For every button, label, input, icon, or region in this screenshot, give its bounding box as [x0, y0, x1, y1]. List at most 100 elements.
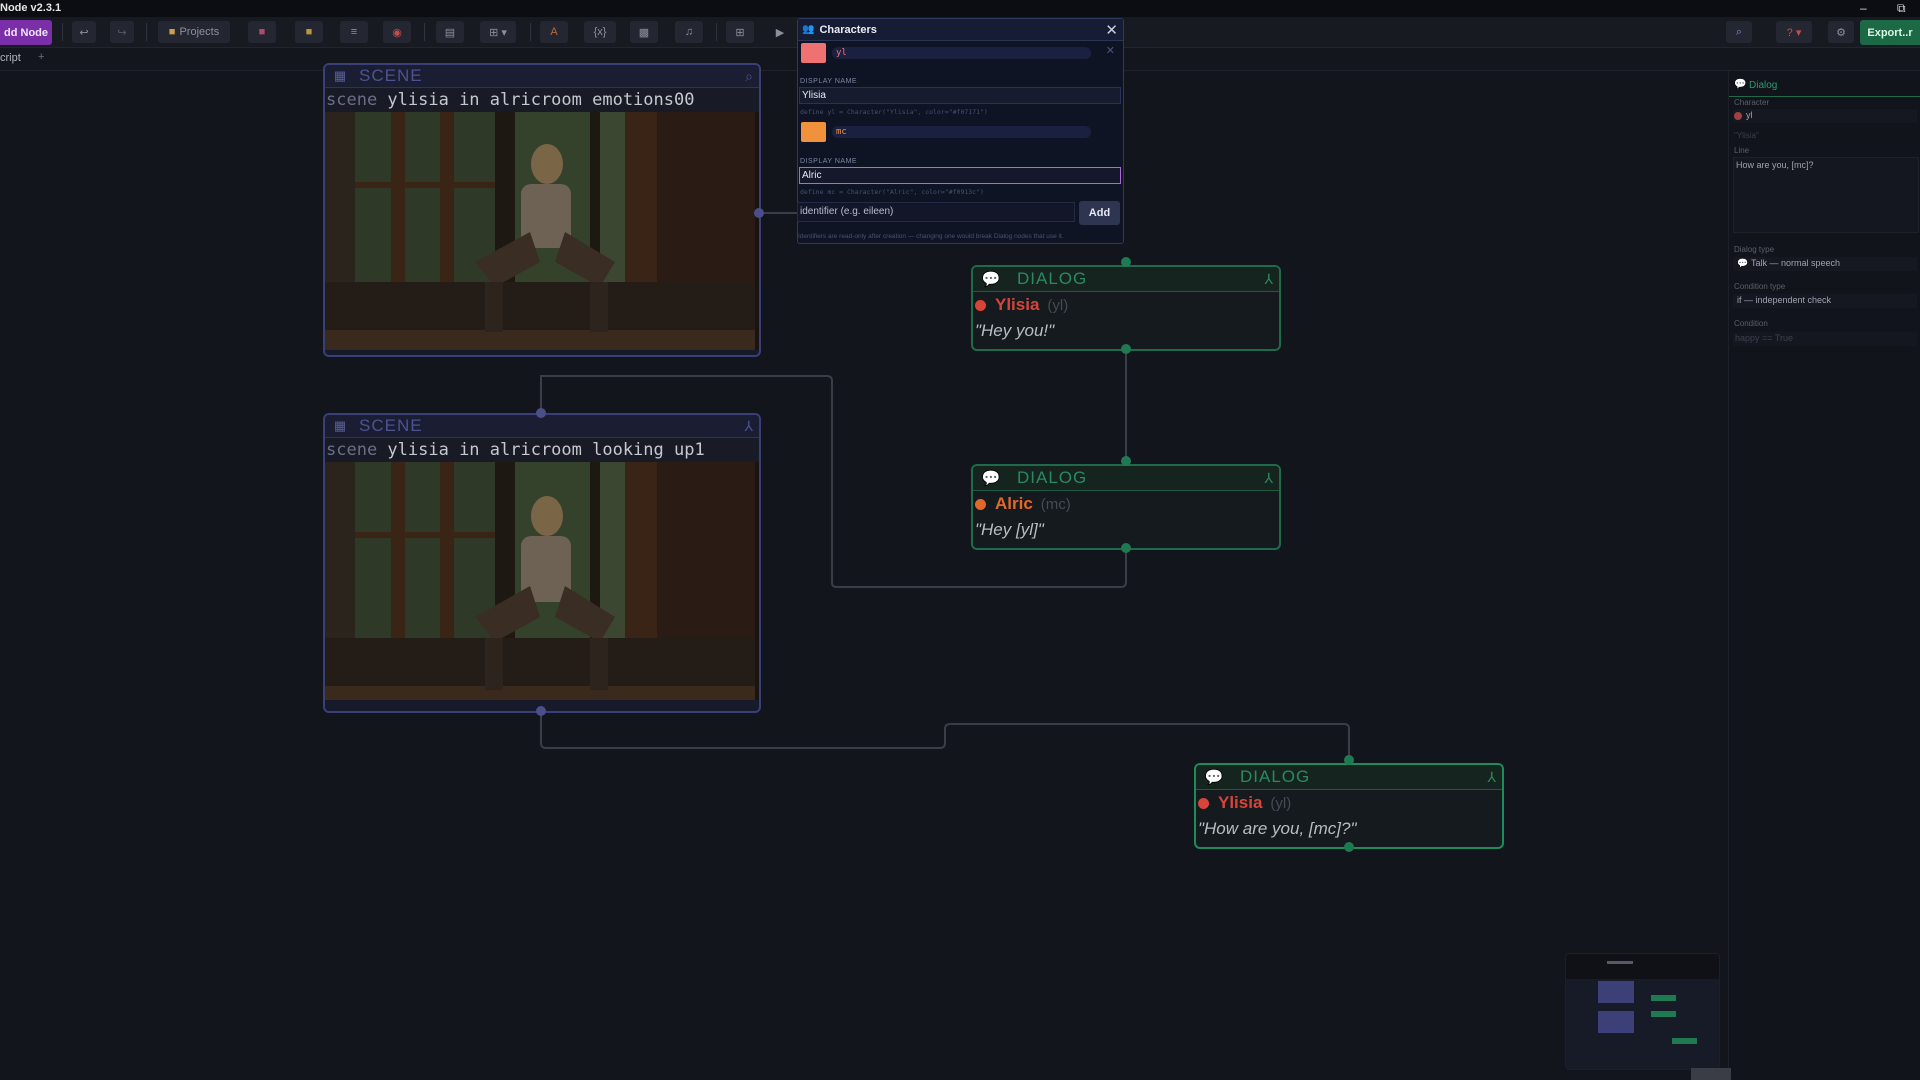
- minimap-handle: [1607, 961, 1633, 964]
- minimap[interactable]: [1565, 953, 1720, 1070]
- dialog-node[interactable]: 💬 DIALOG ⅄ Ylisia (yl) "How are you, [mc…: [1194, 763, 1504, 849]
- display-name-input[interactable]: Ylisia: [799, 87, 1121, 104]
- image-button[interactable]: ▩: [630, 21, 658, 43]
- inspector-section-title: Dialog: [1749, 80, 1778, 91]
- display-name-label: DISPLAY NAME: [800, 78, 858, 85]
- character-color-swatch[interactable]: [801, 43, 826, 63]
- character-color-dot: [1198, 797, 1209, 809]
- scene-illustration: [325, 462, 755, 700]
- dialog-node-header[interactable]: 💬 DIALOG ⅄: [973, 267, 1279, 292]
- toolbar-divider: [530, 23, 531, 41]
- dialog-type-value: Talk — normal speech: [1751, 258, 1841, 268]
- folder-icon: ■: [168, 26, 176, 38]
- tab-script[interactable]: cript: [0, 52, 21, 64]
- dialog-input-port[interactable]: [1121, 456, 1131, 466]
- text-button[interactable]: A: [540, 21, 568, 43]
- scene-statement: scene ylisia in alricroom looking up1: [325, 438, 759, 462]
- condition-type-value: if — independent check: [1737, 295, 1832, 305]
- toolbar-divider: [716, 23, 717, 41]
- minimap-dialog-node: [1672, 1038, 1697, 1044]
- save-icon: ■: [258, 26, 266, 38]
- dialog-output-port[interactable]: [1344, 842, 1354, 852]
- scrollbar-thumb[interactable]: [1691, 1068, 1731, 1080]
- scene-preview-image: [325, 462, 759, 700]
- dialog-output-port[interactable]: [1121, 344, 1131, 354]
- document-button[interactable]: ▤: [436, 21, 464, 43]
- toolbar-divider: [62, 23, 63, 41]
- scene-statement-text: ylisia in alricroom emotions00: [377, 90, 695, 110]
- variables-button[interactable]: {x}: [584, 21, 616, 43]
- text-icon: A: [550, 26, 558, 38]
- new-tab-button[interactable]: +: [38, 51, 44, 63]
- dialog-node[interactable]: 💬 DIALOG ⅄ Alric (mc) "Hey [yl]": [971, 464, 1281, 550]
- delete-character-icon[interactable]: ✕: [1106, 44, 1115, 57]
- dialog-character: Ylisia (yl): [973, 292, 1279, 318]
- condition-type-select[interactable]: if — independent check: [1733, 294, 1917, 308]
- open-button[interactable]: ■: [295, 21, 323, 43]
- maximize-button[interactable]: ⧉: [1897, 1, 1906, 16]
- dialog-line: "Hey you!": [975, 321, 1055, 340]
- scene-node[interactable]: ▦ SCENE ⅄ scene ylisia in alricroom look…: [323, 413, 761, 713]
- image-icon: ▩: [638, 26, 650, 39]
- character-name: Alric: [995, 494, 1033, 513]
- dialog-input-port[interactable]: [1344, 755, 1354, 765]
- character-color-dot: [1734, 112, 1742, 120]
- character-id: (yl): [1270, 794, 1292, 812]
- music-button[interactable]: ♫: [675, 21, 703, 43]
- dialog-node-title: DIALOG: [1017, 468, 1088, 487]
- scene-node[interactable]: ▦ SCENE ⌕ scene ylisia in alricroom emot…: [323, 63, 761, 357]
- scene-node-header[interactable]: ▦ SCENE ⌕: [325, 65, 759, 88]
- dialog-node-header[interactable]: 💬 DIALOG ⅄: [973, 466, 1279, 491]
- minimap-scene-node: [1598, 1011, 1634, 1033]
- display-name-input[interactable]: Alric: [799, 167, 1121, 184]
- dialog-output-port[interactable]: [1121, 543, 1131, 553]
- help-dropdown[interactable]: ? ▾: [1776, 21, 1812, 43]
- scene-statement: scene ylisia in alricroom emotions00: [325, 88, 759, 112]
- scene-output-port[interactable]: [536, 706, 546, 716]
- title-bar: Node v2.3.1 – ⧉: [0, 0, 1920, 17]
- character-select[interactable]: yl: [1733, 109, 1917, 123]
- character-define-line: define yl = Character("Ylisia", color="#…: [800, 108, 988, 116]
- add-node-button[interactable]: dd Node: [0, 20, 52, 45]
- character-entry: mc DISPLAY NAME Alric define mc = Charac…: [798, 120, 1123, 200]
- character-color-swatch[interactable]: [801, 122, 826, 142]
- play-button[interactable]: ▶: [768, 21, 792, 43]
- layout-dropdown[interactable]: ⊞ ▾: [480, 21, 516, 43]
- characters-panel-title: Characters: [819, 23, 877, 36]
- wire-scene2-dialog3: [540, 711, 1350, 761]
- record-button[interactable]: ◉: [383, 21, 411, 43]
- export-button[interactable]: Export..r: [1860, 20, 1920, 45]
- music-icon: ♫: [684, 26, 694, 38]
- new-identifier-input[interactable]: identifier (e.g. eileen): [797, 202, 1075, 222]
- dialog-line: "Hey [yl]": [975, 520, 1044, 539]
- minimize-button[interactable]: –: [1860, 1, 1867, 15]
- grid-button[interactable]: ⊞: [726, 21, 754, 43]
- line-textarea[interactable]: How are you, [mc]?: [1733, 157, 1919, 233]
- dialog-input-port[interactable]: [1121, 257, 1131, 267]
- projects-button[interactable]: ■ Projects: [158, 21, 230, 43]
- scene-image-icon: ▦: [333, 418, 347, 433]
- inspector-panel: 💬 Dialog Character yl "Ylisia" Line How …: [1728, 71, 1920, 1080]
- dialog-type-select[interactable]: 💬 Talk — normal speech: [1733, 257, 1917, 271]
- dialog-node-header[interactable]: 💬 DIALOG ⅄: [1196, 765, 1502, 790]
- scene-node-header[interactable]: ▦ SCENE ⅄: [325, 415, 759, 438]
- gear-icon: ⚙: [1836, 26, 1846, 39]
- scene-input-port[interactable]: [536, 408, 546, 418]
- list-button[interactable]: ≡: [340, 21, 368, 43]
- settings-button[interactable]: ⚙: [1828, 21, 1854, 43]
- search-icon: ⌕: [1735, 25, 1743, 38]
- fork-icon: ⅄: [1264, 270, 1273, 287]
- dialog-node[interactable]: 💬 DIALOG ⅄ Ylisia (yl) "Hey you!": [971, 265, 1281, 351]
- scene-output-port[interactable]: [754, 208, 764, 218]
- undo-button[interactable]: ↩: [72, 21, 96, 43]
- condition-label: Condition: [1734, 319, 1768, 328]
- grid-icon: ⊞: [735, 26, 745, 39]
- list-icon: ≡: [350, 26, 358, 38]
- minimap-dialog-node: [1651, 1011, 1676, 1017]
- redo-button[interactable]: ↪: [110, 21, 134, 43]
- condition-input[interactable]: happy == True: [1733, 332, 1917, 346]
- close-icon[interactable]: ✕: [1105, 21, 1118, 39]
- search-button[interactable]: ⌕: [1726, 21, 1752, 43]
- save-button[interactable]: ■: [248, 21, 276, 43]
- add-character-button[interactable]: Add: [1079, 201, 1120, 225]
